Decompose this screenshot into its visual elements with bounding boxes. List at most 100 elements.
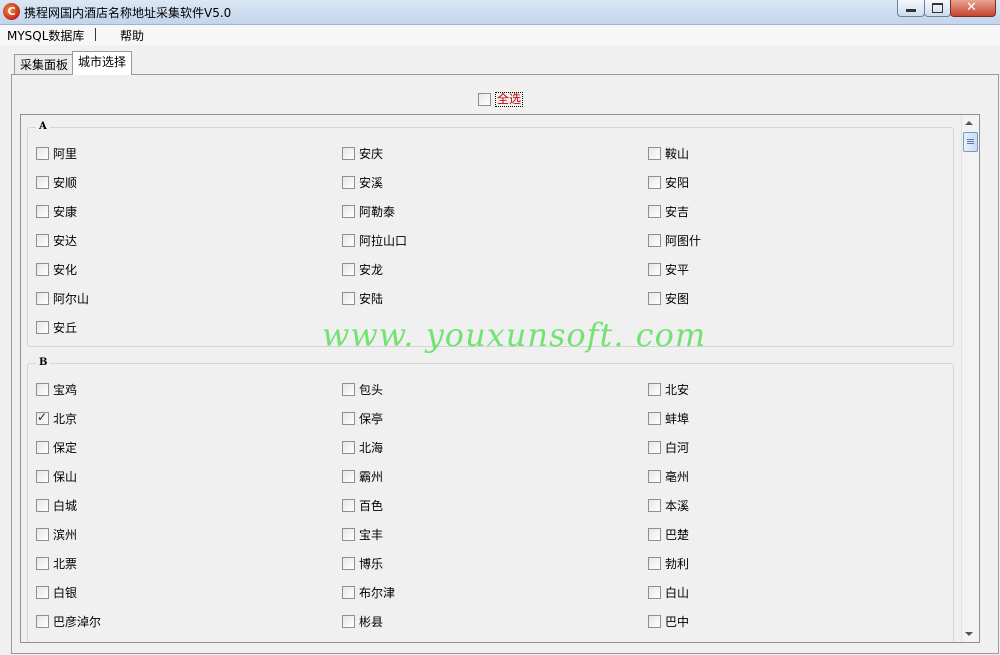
- checkbox-box[interactable]: [648, 498, 661, 512]
- city-checkbox[interactable]: 布尔津: [342, 584, 395, 600]
- checkbox-box[interactable]: [342, 204, 355, 218]
- checkbox-box[interactable]: [36, 410, 49, 425]
- checkbox-box[interactable]: [342, 262, 355, 276]
- checkbox-box[interactable]: [648, 204, 661, 218]
- checkbox-box[interactable]: [648, 585, 661, 599]
- checkbox-box[interactable]: [342, 146, 355, 160]
- menu-mysql-database[interactable]: MYSQL数据库: [7, 27, 84, 44]
- checkbox-box[interactable]: [648, 440, 661, 454]
- city-checkbox[interactable]: 安龙: [342, 261, 383, 277]
- city-checkbox[interactable]: 安顺: [36, 174, 77, 190]
- checkbox-box[interactable]: [648, 382, 661, 396]
- checkbox-box[interactable]: [648, 411, 661, 425]
- checkbox-box[interactable]: [36, 175, 49, 189]
- city-checkbox[interactable]: 宝丰: [342, 526, 383, 542]
- tab-city-select[interactable]: 城市选择: [72, 51, 133, 75]
- city-checkbox[interactable]: 安溪: [342, 174, 383, 190]
- city-checkbox[interactable]: 保亭: [342, 410, 383, 426]
- city-checkbox[interactable]: 博乐: [342, 555, 383, 571]
- city-checkbox[interactable]: 阿里: [36, 145, 77, 161]
- checkbox-box[interactable]: [36, 585, 49, 599]
- select-all-box[interactable]: [478, 93, 491, 106]
- city-checkbox[interactable]: 巴楚: [648, 526, 689, 542]
- checkbox-box[interactable]: [648, 556, 661, 570]
- checkbox-box[interactable]: [342, 291, 355, 305]
- city-checkbox[interactable]: 蚌埠: [648, 410, 689, 426]
- city-checkbox[interactable]: 霸州: [342, 468, 383, 484]
- checkbox-box[interactable]: [648, 262, 661, 276]
- city-checkbox[interactable]: 安图: [648, 290, 689, 306]
- city-checkbox[interactable]: 鞍山: [648, 145, 689, 161]
- scroll-up-arrow-icon[interactable]: [965, 121, 973, 125]
- city-checkbox[interactable]: 宝鸡: [36, 381, 77, 397]
- checkbox-box[interactable]: [36, 382, 49, 396]
- checkbox-box[interactable]: [342, 527, 355, 541]
- city-checkbox[interactable]: 白城: [36, 497, 77, 513]
- minimize-button[interactable]: [897, 0, 925, 17]
- checkbox-box[interactable]: [648, 469, 661, 483]
- city-checkbox[interactable]: 北安: [648, 381, 689, 397]
- city-checkbox[interactable]: 白山: [648, 584, 689, 600]
- city-checkbox[interactable]: 阿勒泰: [342, 203, 395, 219]
- checkbox-box[interactable]: [648, 291, 661, 305]
- checkbox-box[interactable]: [648, 233, 661, 247]
- close-button[interactable]: ✕: [950, 0, 996, 17]
- vertical-scrollbar[interactable]: [961, 115, 979, 642]
- city-checkbox[interactable]: 北京: [36, 410, 77, 426]
- city-checkbox[interactable]: 保定: [36, 439, 77, 455]
- checkbox-box[interactable]: [36, 469, 49, 483]
- city-checkbox[interactable]: 本溪: [648, 497, 689, 513]
- checkbox-box[interactable]: [36, 233, 49, 247]
- checkbox-box[interactable]: [36, 204, 49, 218]
- city-checkbox[interactable]: 阿拉山口: [342, 232, 407, 248]
- checkbox-box[interactable]: [648, 175, 661, 189]
- city-checkbox[interactable]: 彬县: [342, 613, 383, 629]
- city-checkbox[interactable]: 安吉: [648, 203, 689, 219]
- checkbox-box[interactable]: [36, 440, 49, 454]
- checkbox-box[interactable]: [36, 614, 49, 628]
- city-checkbox[interactable]: 白河: [648, 439, 689, 455]
- city-checkbox[interactable]: 巴彦淖尔: [36, 613, 101, 629]
- tab-collect-panel[interactable]: 采集面板: [14, 54, 75, 75]
- city-checkbox[interactable]: 白银: [36, 584, 77, 600]
- checkbox-box[interactable]: [342, 585, 355, 599]
- city-checkbox[interactable]: 安达: [36, 232, 77, 248]
- city-checkbox[interactable]: 保山: [36, 468, 77, 484]
- city-checkbox[interactable]: 安庆: [342, 145, 383, 161]
- city-checkbox[interactable]: 阿尔山: [36, 290, 89, 306]
- scroll-down-arrow-icon[interactable]: [965, 632, 973, 636]
- checkbox-box[interactable]: [342, 469, 355, 483]
- city-checkbox[interactable]: 勃利: [648, 555, 689, 571]
- checkbox-box[interactable]: [36, 527, 49, 541]
- checkbox-box[interactable]: [342, 498, 355, 512]
- city-checkbox[interactable]: 百色: [342, 497, 383, 513]
- city-checkbox[interactable]: 安康: [36, 203, 77, 219]
- maximize-button[interactable]: [924, 0, 951, 17]
- checkbox-box[interactable]: [648, 527, 661, 541]
- city-checkbox[interactable]: 安阳: [648, 174, 689, 190]
- checkbox-box[interactable]: [36, 498, 49, 512]
- city-checkbox[interactable]: 滨州: [36, 526, 77, 542]
- city-checkbox[interactable]: 亳州: [648, 468, 689, 484]
- scroll-thumb[interactable]: [963, 132, 978, 152]
- checkbox-box[interactable]: [36, 262, 49, 276]
- city-checkbox[interactable]: 巴中: [648, 613, 689, 629]
- checkbox-box[interactable]: [36, 320, 49, 334]
- checkbox-box[interactable]: [342, 411, 355, 425]
- checkbox-box[interactable]: [342, 175, 355, 189]
- checkbox-box[interactable]: [342, 614, 355, 628]
- city-list-scroll-area[interactable]: A 阿里 安庆 鞍山 安顺 安溪 安阳 安康 阿勒泰 安吉 安达 阿拉山口 阿图什 安化 安龙 安平 阿尔山 安陆…: [20, 114, 980, 643]
- checkbox-box[interactable]: [648, 146, 661, 160]
- city-checkbox[interactable]: 安平: [648, 261, 689, 277]
- city-checkbox[interactable]: 包头: [342, 381, 383, 397]
- checkbox-box[interactable]: [342, 382, 355, 396]
- checkbox-box[interactable]: [36, 556, 49, 570]
- city-checkbox[interactable]: 安丘: [36, 319, 77, 335]
- checkbox-box[interactable]: [648, 614, 661, 628]
- checkbox-box[interactable]: [342, 440, 355, 454]
- city-checkbox[interactable]: 安化: [36, 261, 77, 277]
- menu-help[interactable]: 帮助: [120, 27, 144, 44]
- city-checkbox[interactable]: 北海: [342, 439, 383, 455]
- city-checkbox[interactable]: 安陆: [342, 290, 383, 306]
- city-checkbox[interactable]: 北票: [36, 555, 77, 571]
